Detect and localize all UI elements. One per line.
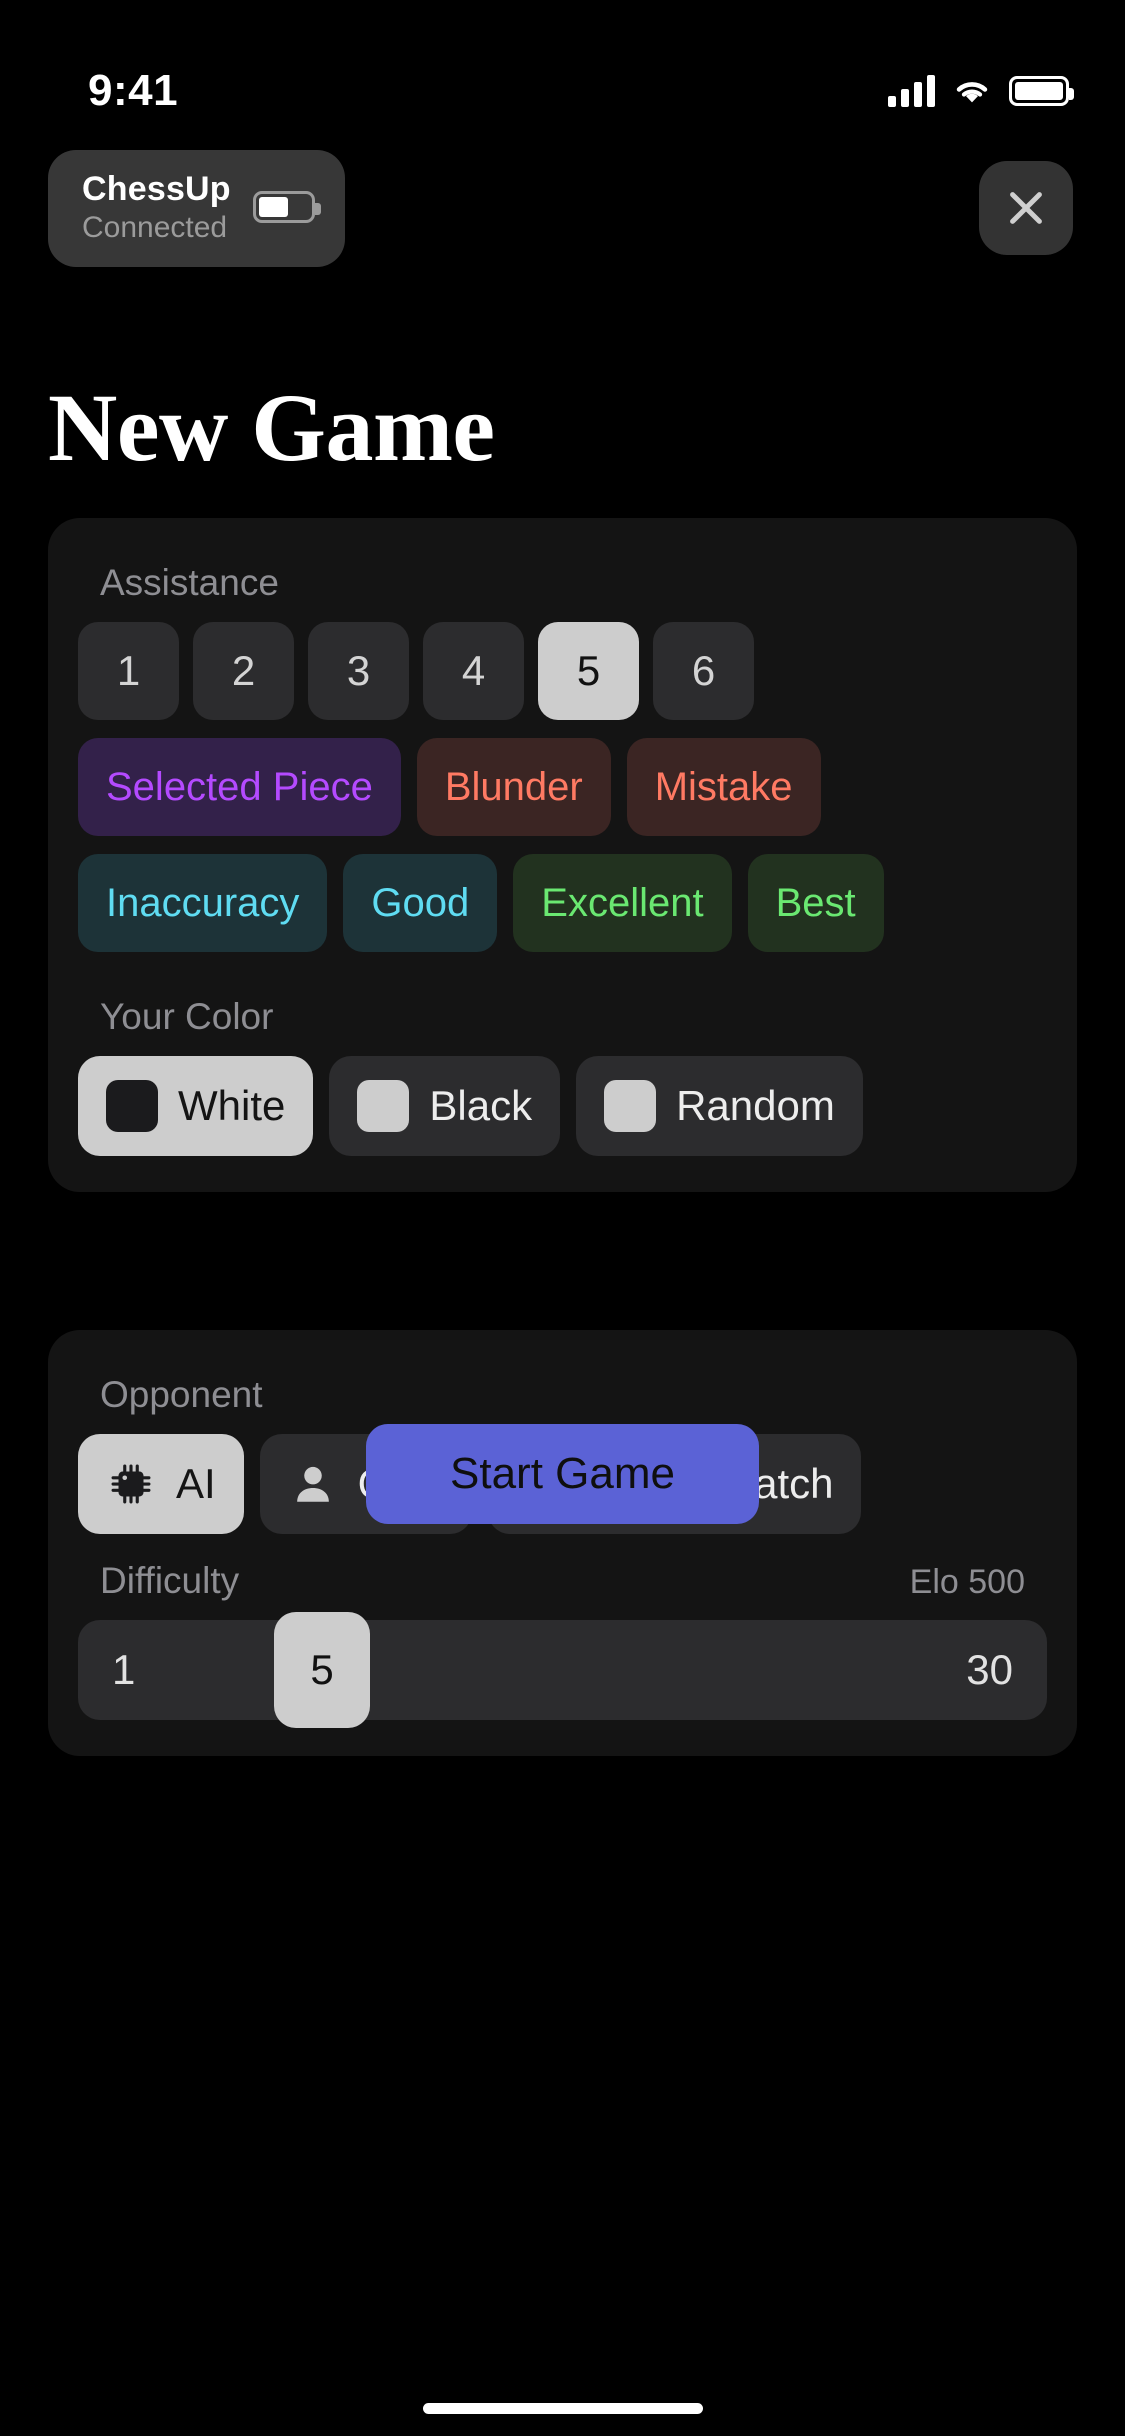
top-bar: ChessUp Connected — [0, 148, 1125, 268]
chip-good[interactable]: Good — [343, 854, 498, 952]
assistance-chips-row-1: Selected Piece Blunder Mistake — [78, 738, 1047, 836]
chip-blunder[interactable]: Blunder — [416, 738, 611, 836]
opponent-option-ai-label: AI — [176, 1460, 216, 1507]
signal-bars-icon — [888, 75, 935, 107]
random-swatch-icon — [604, 1080, 657, 1132]
assistance-level-5[interactable]: 5 — [538, 622, 639, 720]
difficulty-min-label: 1 — [112, 1646, 136, 1693]
color-option-white-label: White — [178, 1082, 286, 1129]
device-name: ChessUp — [82, 169, 231, 208]
your-color-group: White Black Random — [78, 1056, 1047, 1156]
person-icon — [296, 1466, 329, 1502]
black-swatch-icon — [357, 1080, 410, 1132]
your-color-label: Your Color — [100, 996, 274, 1037]
device-status: Connected — [82, 210, 228, 244]
assistance-level-3[interactable]: 3 — [308, 622, 409, 720]
difficulty-header: Difficulty Elo 500 — [100, 1560, 1025, 1602]
opponent-option-ai[interactable]: AI — [78, 1434, 244, 1534]
chip-selected-piece[interactable]: Selected Piece — [78, 738, 401, 836]
assistance-card: Assistance 1 2 3 4 5 6 Selected Piece Bl… — [48, 518, 1077, 1192]
status-bar: 9:41 — [0, 0, 1125, 140]
device-connection-badge[interactable]: ChessUp Connected — [48, 149, 345, 267]
close-icon — [1010, 192, 1042, 224]
assistance-level-6[interactable]: 6 — [653, 622, 754, 720]
opponent-label: Opponent — [100, 1374, 263, 1415]
battery-icon — [1009, 76, 1074, 106]
color-option-white[interactable]: White — [78, 1056, 314, 1156]
white-swatch-icon — [106, 1080, 158, 1132]
device-info: ChessUp Connected — [82, 170, 231, 245]
home-indicator — [422, 2403, 703, 2414]
color-option-random-label: Random — [676, 1082, 835, 1129]
assistance-chips-row-2: Inaccuracy Good Excellent Best — [78, 854, 1047, 952]
status-time: 9:41 — [88, 66, 179, 115]
color-option-black-label: Black — [429, 1082, 533, 1129]
app-screen: 9:41 ChessUp Connected New Game Assistan… — [0, 0, 1125, 2436]
cpu-chip-icon — [111, 1464, 151, 1504]
assistance-level-1[interactable]: 1 — [78, 622, 179, 720]
wifi-icon — [956, 82, 988, 103]
difficulty-slider-thumb[interactable]: 5 — [274, 1612, 370, 1728]
difficulty-slider[interactable]: 1 30 5 — [78, 1612, 1047, 1728]
assistance-label: Assistance — [100, 562, 279, 603]
difficulty-elo-value: Elo 500 — [909, 1563, 1025, 1601]
page-title: New Game — [48, 374, 495, 481]
color-option-black[interactable]: Black — [329, 1056, 561, 1156]
opponent-card: Opponent AI OTB — [48, 1330, 1077, 1756]
assistance-level-group: 1 2 3 4 5 6 — [78, 622, 1047, 720]
close-button[interactable] — [979, 161, 1073, 255]
chip-mistake[interactable]: Mistake — [626, 738, 821, 836]
difficulty-max-label: 30 — [966, 1646, 1013, 1693]
status-indicators — [888, 75, 1074, 107]
color-option-random[interactable]: Random — [576, 1056, 863, 1156]
chip-best[interactable]: Best — [747, 854, 884, 952]
device-battery-icon — [252, 191, 321, 223]
difficulty-label: Difficulty — [100, 1560, 240, 1601]
chip-inaccuracy[interactable]: Inaccuracy — [78, 854, 328, 952]
assistance-level-4[interactable]: 4 — [423, 622, 524, 720]
assistance-level-2[interactable]: 2 — [193, 622, 294, 720]
chip-excellent[interactable]: Excellent — [513, 854, 732, 952]
start-game-button[interactable]: Start Game — [366, 1424, 759, 1524]
